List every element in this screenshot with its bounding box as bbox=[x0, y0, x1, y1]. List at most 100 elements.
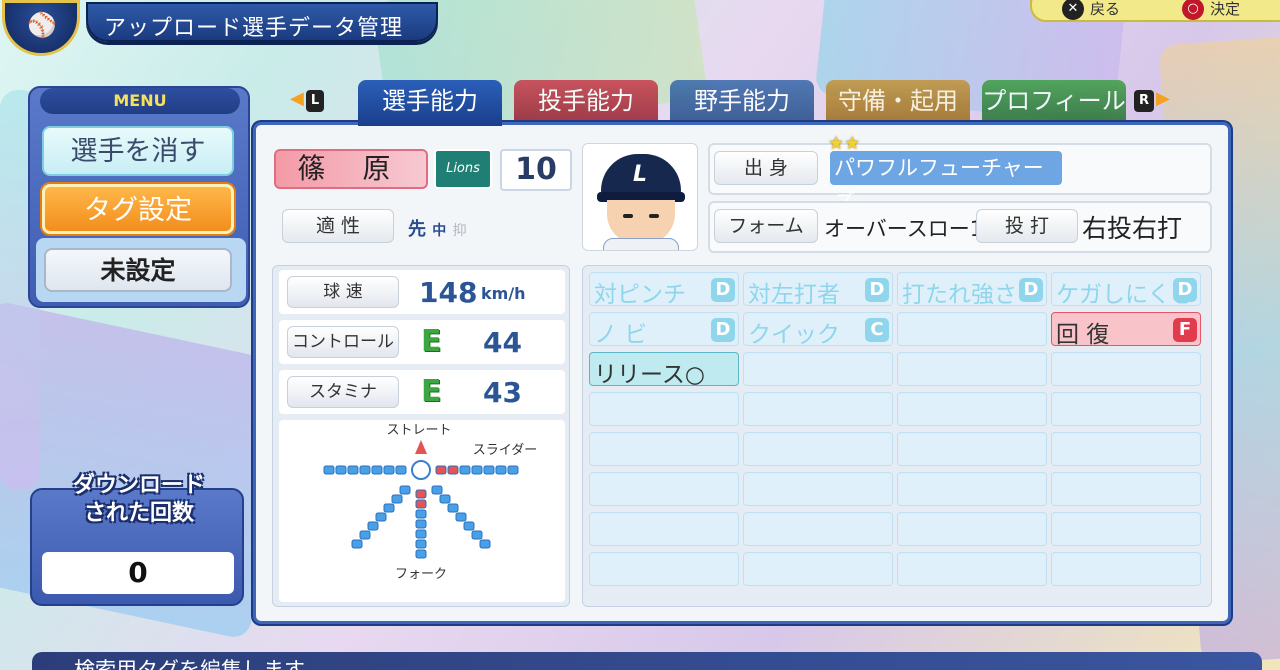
special-abilities-grid: 対ピンチ D 対左打者 D 打たれ強さ D ケガしにくさ D ノ ビ D クイック C 回 復 F リリース… bbox=[582, 265, 1212, 607]
empty-ability-slot bbox=[743, 432, 893, 466]
empty-ability-slot bbox=[1051, 392, 1201, 426]
slider-segment bbox=[435, 465, 447, 475]
control-label: コントロール bbox=[287, 326, 399, 358]
speed-unit: km/h bbox=[481, 284, 526, 303]
player-name: 篠 原 bbox=[274, 149, 428, 189]
origin-value: パワフルフューチャーズ bbox=[830, 151, 1062, 214]
tab-next-hint[interactable]: R ▶ bbox=[1132, 88, 1170, 112]
bat-throw-value: 右投右打 bbox=[1082, 214, 1183, 243]
lower-right-segment bbox=[471, 530, 483, 540]
star-icon: ★★ bbox=[828, 133, 861, 154]
download-title-line2: された回数 bbox=[83, 501, 194, 526]
aptitude-closer: 抑 bbox=[452, 223, 467, 239]
ability-cell: 対ピンチ D bbox=[589, 272, 739, 308]
confirm-label: 決定 bbox=[1210, 0, 1241, 18]
player-detail-panel: 篠 原 Lions 10 L 適 性 先 中 抑 出 身 パワフルフューチャーズ… bbox=[253, 122, 1231, 624]
ability-cell: リリース○ bbox=[589, 352, 739, 388]
lower-left-segment bbox=[399, 485, 411, 495]
tag-value: 未設定 bbox=[44, 248, 232, 292]
ability-cell: 対左打者 D bbox=[743, 272, 893, 308]
empty-ability-slot bbox=[897, 552, 1047, 586]
help-text: 検索用タグを編集します。 bbox=[74, 658, 324, 670]
empty-ability-slot bbox=[589, 512, 739, 546]
page-title: アップロード選手データ管理 bbox=[104, 16, 404, 41]
download-count-title: ダウンロード された回数 bbox=[32, 472, 246, 528]
empty-ability-slot bbox=[1051, 352, 1201, 386]
lower-left-segment bbox=[367, 521, 379, 531]
empty-ability-slot bbox=[897, 512, 1047, 546]
tab-profile[interactable]: プロフィール bbox=[982, 80, 1126, 122]
ability-name: クイック bbox=[748, 322, 840, 348]
left-segment bbox=[335, 465, 347, 475]
ability-name: ノ ビ bbox=[594, 322, 648, 348]
tab-fielder-ability[interactable]: 野手能力 bbox=[670, 80, 814, 122]
ability-rank: D bbox=[711, 278, 735, 302]
speed-value: 148 bbox=[419, 276, 478, 309]
empty-ability-slot bbox=[743, 392, 893, 426]
ability-name: リリース○ bbox=[594, 362, 705, 388]
ability-name: 回 復 bbox=[1056, 322, 1110, 348]
origin-label: 出 身 bbox=[714, 151, 818, 185]
control-rank: E bbox=[421, 324, 442, 359]
empty-ability-slot bbox=[897, 312, 1047, 346]
slider-segment bbox=[471, 465, 483, 475]
menu-title: MENU bbox=[40, 88, 240, 114]
stamina-label: スタミナ bbox=[287, 376, 399, 408]
left-segment bbox=[371, 465, 383, 475]
left-breaking-arm bbox=[323, 465, 407, 475]
empty-ability-slot bbox=[1051, 472, 1201, 506]
l-key-icon: L bbox=[305, 90, 325, 112]
lower-right-segment bbox=[455, 512, 467, 522]
fork-segment bbox=[415, 539, 427, 549]
left-segment bbox=[323, 465, 335, 475]
tab-player-ability[interactable]: 選手能力 bbox=[358, 80, 502, 126]
speed-row: 球 速 148 km/h bbox=[279, 270, 565, 314]
empty-ability-slot bbox=[589, 432, 739, 466]
lower-right-segment bbox=[479, 539, 491, 549]
tab-pitcher-ability[interactable]: 投手能力 bbox=[514, 80, 658, 122]
delete-player-button[interactable]: 選手を消す bbox=[42, 126, 234, 176]
ability-cell: 回 復F bbox=[1051, 312, 1201, 348]
straight-label: ストレート bbox=[386, 423, 451, 438]
slider-label: スライダー bbox=[473, 443, 537, 458]
title-bar: アップロード選手データ管理 bbox=[86, 2, 438, 42]
cross-button-icon: ✕ bbox=[1062, 0, 1084, 20]
slider-segment bbox=[507, 465, 519, 475]
tab-bar: ◀ L 選手能力 投手能力 野手能力 守備・起用 プロフィール R ▶ bbox=[290, 80, 1200, 126]
aptitude-label: 適 性 bbox=[282, 209, 394, 243]
left-segment bbox=[347, 465, 359, 475]
empty-ability-slot bbox=[589, 472, 739, 506]
baseball-icon bbox=[411, 460, 431, 480]
straight-arrow bbox=[415, 440, 427, 454]
empty-ability-slot bbox=[1051, 552, 1201, 586]
uniform-number: 10 bbox=[500, 149, 572, 191]
ability-cell: ノ ビD bbox=[589, 312, 739, 348]
lower-left-segment bbox=[383, 503, 395, 513]
bat-throw-label: 投 打 bbox=[976, 209, 1078, 243]
lower-right-segment bbox=[439, 494, 451, 504]
download-count-panel: ダウンロード された回数 0 bbox=[30, 473, 244, 606]
ability-rank: D bbox=[1019, 278, 1043, 302]
empty-ability-slot bbox=[1051, 512, 1201, 546]
empty-ability-slot bbox=[897, 432, 1047, 466]
slider-segment bbox=[495, 465, 507, 475]
left-segment bbox=[395, 465, 407, 475]
tag-settings-button[interactable]: タグ設定 bbox=[42, 184, 234, 234]
empty-ability-slot bbox=[743, 352, 893, 386]
tab-defense-usage[interactable]: 守備・起用 bbox=[826, 80, 970, 122]
lower-right-segment bbox=[463, 521, 475, 531]
empty-ability-slot bbox=[589, 392, 739, 426]
slider-segment bbox=[459, 465, 471, 475]
lower-left-segment bbox=[359, 530, 371, 540]
empty-ability-slot bbox=[589, 552, 739, 586]
empty-ability-slot bbox=[897, 392, 1047, 426]
form-value: オーバースロー15 bbox=[824, 217, 997, 241]
fork-segment bbox=[415, 529, 427, 539]
slider-arm bbox=[435, 465, 519, 475]
empty-ability-slot bbox=[1051, 432, 1201, 466]
aptitude-values: 先 中 抑 bbox=[408, 215, 467, 241]
tab-prev-hint[interactable]: ◀ L bbox=[290, 88, 326, 112]
lower-left-segment bbox=[375, 512, 387, 522]
fork-segment bbox=[415, 509, 427, 519]
controls-hint-bar: ✕ 戻る ○ 決定 bbox=[1030, 0, 1280, 22]
